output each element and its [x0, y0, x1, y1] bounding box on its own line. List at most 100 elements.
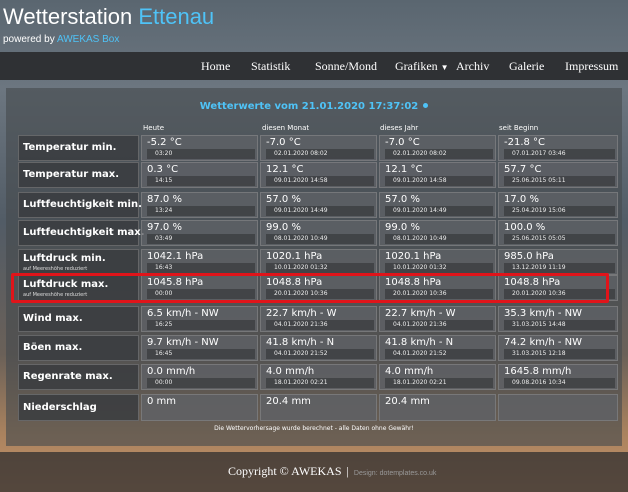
value-cell: 87.0 % 13:24	[141, 192, 258, 218]
row-label: Temperatur max.	[23, 169, 120, 180]
record-timestamp: 16:43	[147, 263, 255, 273]
nav-grafiken[interactable]: Grafiken ▼	[395, 52, 449, 80]
nav-archiv[interactable]: Archiv	[456, 52, 489, 80]
row-label: Temperatur min.	[23, 142, 117, 153]
value-cell: 6.5 km/h - NW 16:25	[141, 306, 258, 332]
record-value: 99.0 %	[266, 222, 301, 233]
record-timestamp: 03:20	[147, 149, 255, 159]
value-cell: 1042.1 hPa 16:43	[141, 249, 258, 275]
nav-statistik[interactable]: Statistik	[251, 52, 290, 80]
row-label-cell: Wind max.	[18, 306, 139, 332]
row-label-sub: auf Meereshöhe reduziert	[23, 266, 88, 272]
record-value: 1020.1 hPa	[266, 251, 323, 262]
value-cell: -5.2 °C 03:20	[141, 135, 258, 161]
record-value: 1645.8 mm/h	[504, 366, 572, 377]
row-label: Niederschlag	[23, 401, 97, 413]
value-cell: 12.1 °C 09.01.2020 14:58	[260, 162, 377, 188]
record-timestamp: 31.03.2015 14:48	[504, 320, 615, 330]
nav-sonne-mond[interactable]: Sonne/Mond	[315, 52, 377, 80]
record-timestamp: 09.01.2020 14:49	[385, 206, 493, 216]
record-value: 87.0 %	[147, 194, 182, 205]
value-cell: 99.0 % 08.01.2020 10:49	[260, 220, 377, 246]
column-header-heute: Heute	[143, 124, 165, 132]
value-cell: 57.0 % 09.01.2020 14:49	[379, 192, 496, 218]
status-dot-icon	[423, 103, 429, 108]
table-row: Wind max. 6.5 km/h - NW 16:25 22.7 km/h - W…	[18, 306, 618, 332]
records-title: Wetterwerte vom 21.01.2020 17:37:02	[6, 101, 622, 112]
value-cell: 12.1 °C 09.01.2020 14:58	[379, 162, 496, 188]
table-row: Luftfeuchtigkeit max. 97.0 % 03:49 99.0 % 08…	[18, 220, 618, 246]
table-row: Luftdruck min. auf Meereshöhe reduziert 10…	[18, 249, 618, 275]
record-value: -21.8 °C	[504, 137, 546, 148]
record-timestamp: 09.01.2020 14:58	[266, 176, 374, 186]
record-value: -7.0 °C	[385, 137, 420, 148]
record-timestamp: 04.01.2020 21:52	[385, 349, 493, 359]
value-cell: 41.8 km/h - N 04.01.2020 21:52	[260, 335, 377, 361]
copyright: Copyright © AWEKAS | Design: dotemplates…	[228, 464, 436, 479]
record-timestamp: 03:49	[147, 234, 255, 244]
record-timestamp: 09.01.2020 14:49	[266, 206, 374, 216]
record-timestamp: 04.01.2020 21:36	[266, 320, 374, 330]
record-value: 35.3 km/h - NW	[504, 308, 583, 319]
powered-by: powered by AWEKAS Box	[3, 34, 119, 45]
table-row: Temperatur min. -5.2 °C 03:20 -7.0 °C 02.01.…	[18, 135, 618, 161]
value-cell: 99.0 % 08.01.2020 10:49	[379, 220, 496, 246]
powered-by-link[interactable]: AWEKAS Box	[57, 34, 119, 45]
record-timestamp: 04.01.2020 21:36	[385, 320, 493, 330]
site-title[interactable]: Wetterstation Ettenau	[3, 4, 214, 30]
record-timestamp: 31.03.2015 12:18	[504, 349, 615, 359]
value-cell: 1020.1 hPa 10.01.2020 01:32	[379, 249, 496, 275]
record-value: 57.0 %	[266, 194, 301, 205]
record-value: 41.8 km/h - N	[385, 337, 454, 348]
nav-grafiken-label: Grafiken	[395, 59, 438, 73]
value-cell: 35.3 km/h - NW 31.03.2015 14:48	[498, 306, 618, 332]
copyright-text: Copyright © AWEKAS	[228, 464, 342, 478]
record-value: 1020.1 hPa	[385, 251, 442, 262]
record-timestamp: 02.01.2020 08:02	[385, 149, 493, 159]
value-cell: 0 mm	[141, 394, 258, 421]
nav-impressum[interactable]: Impressum	[565, 52, 618, 80]
record-timestamp: 25.06.2015 05:11	[504, 176, 615, 186]
record-value: 1042.1 hPa	[147, 251, 204, 262]
record-value: 22.7 km/h - W	[266, 308, 337, 319]
value-cell: 57.7 °C 25.06.2015 05:11	[498, 162, 618, 188]
value-cell: 20.4 mm	[379, 394, 496, 421]
site-title-main: Wetterstation	[3, 4, 139, 29]
value-cell: 100.0 % 25.06.2015 05:05	[498, 220, 618, 246]
value-cell: -21.8 °C 07.01.2017 03:46	[498, 135, 618, 161]
record-value: 100.0 %	[504, 222, 546, 233]
table-row: Luftfeuchtigkeit min. 87.0 % 13:24 57.0 % 09…	[18, 192, 618, 218]
record-timestamp: 13.12.2019 11:19	[504, 263, 615, 273]
column-header-beginn: seit Beginn	[499, 124, 539, 132]
value-cell: 1645.8 mm/h 09.08.2016 10:34	[498, 364, 618, 390]
footer-separator: |	[346, 464, 349, 478]
record-timestamp: 00:00	[147, 378, 255, 388]
value-cell: 4.0 mm/h 18.01.2020 02:21	[260, 364, 377, 390]
record-value: 12.1 °C	[266, 164, 304, 175]
row-label-cell: Temperatur min.	[18, 135, 139, 161]
nav-galerie[interactable]: Galerie	[509, 52, 544, 80]
value-cell	[498, 394, 618, 421]
value-cell: 74.2 km/h - NW 31.03.2015 12:18	[498, 335, 618, 361]
record-value: 12.1 °C	[385, 164, 423, 175]
value-cell: 0.3 °C 14:15	[141, 162, 258, 188]
record-value: 41.8 km/h - N	[266, 337, 335, 348]
powered-by-prefix: powered by	[3, 34, 57, 45]
record-value: 74.2 km/h - NW	[504, 337, 583, 348]
record-timestamp: 18.01.2020 02:21	[266, 378, 374, 388]
record-value: 20.4 mm	[266, 396, 311, 407]
nav-home[interactable]: Home	[201, 52, 230, 80]
records-title-text: Wetterwerte vom 21.01.2020 17:37:02	[199, 101, 419, 112]
record-timestamp: 18.01.2020 02:21	[385, 378, 493, 388]
design-credit[interactable]: Design: dotemplates.co.uk	[354, 470, 437, 477]
record-value: 9.7 km/h - NW	[147, 337, 219, 348]
record-timestamp: 02.01.2020 08:02	[266, 149, 374, 159]
site-header: Wetterstation Ettenau powered by AWEKAS …	[0, 0, 628, 52]
main-nav: Home Statistik Sonne/Mond Grafiken ▼ Arch…	[0, 52, 628, 80]
record-timestamp: 09.08.2016 10:34	[504, 378, 615, 388]
record-value: 985.0 hPa	[504, 251, 554, 262]
record-value: 6.5 km/h - NW	[147, 308, 219, 319]
record-value: -5.2 °C	[147, 137, 182, 148]
record-value: 0 mm	[147, 396, 177, 407]
column-header-jahr: dieses Jahr	[380, 124, 419, 132]
